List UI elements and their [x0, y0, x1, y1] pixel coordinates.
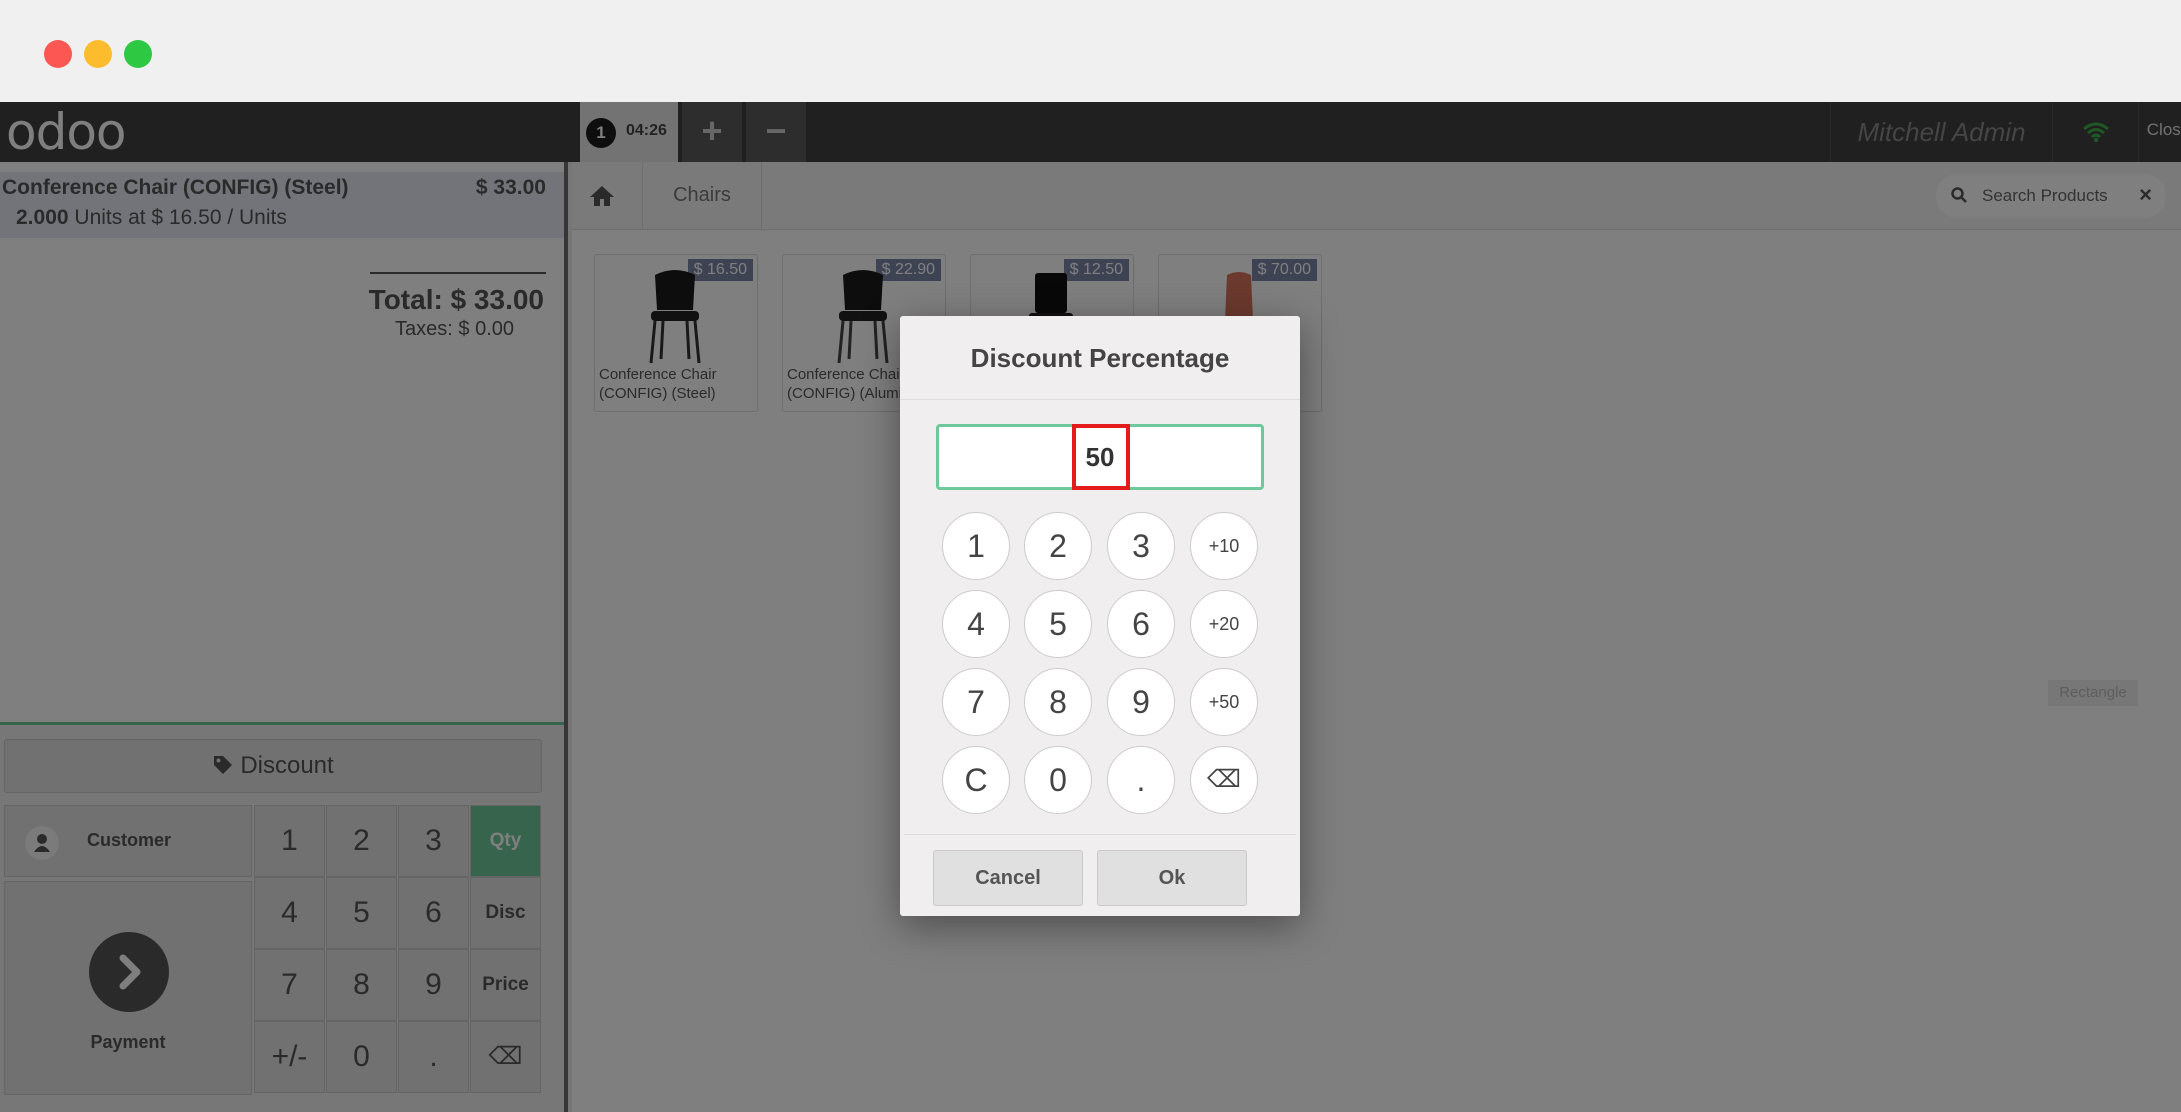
highlight-box: [1072, 424, 1130, 490]
window-close-control[interactable]: [44, 40, 72, 68]
popup-key-plus-50[interactable]: +50: [1190, 668, 1258, 736]
popup-key-2[interactable]: 2: [1024, 512, 1092, 580]
popup-key-9[interactable]: 9: [1107, 668, 1175, 736]
popup-key-8[interactable]: 8: [1024, 668, 1092, 736]
window-maximize-control[interactable]: [124, 40, 152, 68]
popup-divider: [904, 834, 1296, 835]
window-minimize-control[interactable]: [84, 40, 112, 68]
popup-key-6[interactable]: 6: [1107, 590, 1175, 658]
discount-popup: Discount Percentage 50 1 2 3 +10 4 5 6 +…: [900, 316, 1300, 916]
popup-backspace-icon[interactable]: ⌫: [1190, 746, 1258, 814]
popup-key-1[interactable]: 1: [942, 512, 1010, 580]
popup-key-7[interactable]: 7: [942, 668, 1010, 736]
popup-key-4[interactable]: 4: [942, 590, 1010, 658]
popup-key-clear[interactable]: C: [942, 746, 1010, 814]
popup-key-3[interactable]: 3: [1107, 512, 1175, 580]
popup-key-5[interactable]: 5: [1024, 590, 1092, 658]
cancel-button[interactable]: Cancel: [933, 850, 1083, 906]
popup-title: Discount Percentage: [900, 316, 1300, 400]
popup-key-plus-20[interactable]: +20: [1190, 590, 1258, 658]
popup-key-plus-10[interactable]: +10: [1190, 512, 1258, 580]
window-titlebar: [0, 0, 2181, 102]
popup-key-dot[interactable]: .: [1107, 746, 1175, 814]
ok-button[interactable]: Ok: [1097, 850, 1247, 906]
popup-key-0[interactable]: 0: [1024, 746, 1092, 814]
